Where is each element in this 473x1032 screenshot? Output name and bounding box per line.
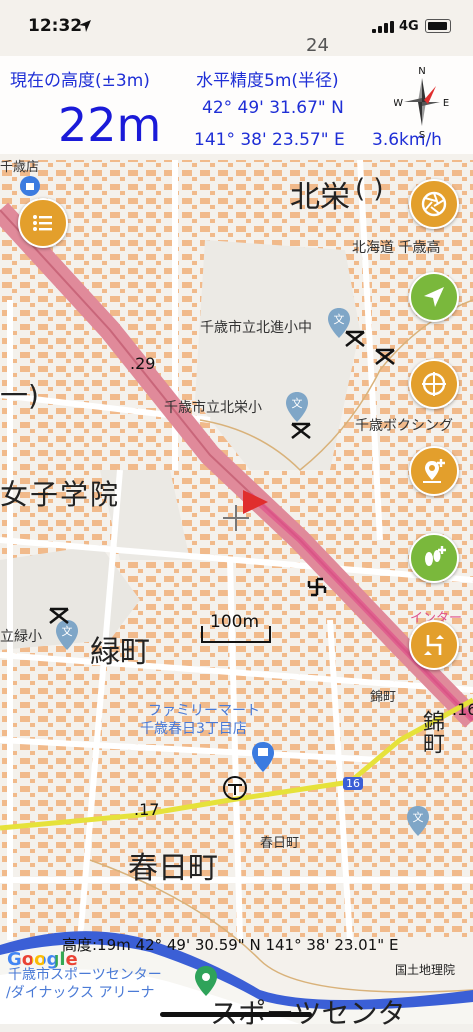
school-symbol-icon — [345, 330, 365, 347]
center-coordinates: 高度:19m 42° 49' 30.59" N 141° 38' 23.01" … — [62, 936, 399, 954]
label-elev-29: .29 — [130, 354, 156, 373]
school-pin-icon[interactable]: 文 — [286, 392, 308, 422]
network-type: 4G — [399, 19, 419, 34]
label-paren: 一) — [0, 379, 39, 412]
menu-button[interactable] — [18, 198, 68, 248]
longitude-value: 141° 38' 23.57" E — [194, 130, 345, 150]
label-nishikicho-small: 錦町 — [370, 690, 397, 705]
svg-text:S: S — [419, 130, 425, 140]
crosshair-button[interactable] — [409, 359, 459, 409]
svg-text:文: 文 — [292, 396, 303, 410]
svg-text:文: 文 — [334, 312, 345, 326]
school-symbol-icon — [375, 348, 395, 365]
route-button[interactable] — [409, 620, 459, 670]
aperture-icon — [421, 191, 447, 217]
svg-text:E: E — [443, 98, 449, 109]
route-icon — [424, 635, 444, 655]
svg-text:N: N — [418, 66, 425, 77]
footprint-icon — [425, 546, 446, 566]
school-symbol-icon — [49, 607, 69, 624]
scale-label: 100m — [210, 612, 260, 632]
label-elev-16: .16 — [452, 700, 473, 719]
label-sports-center-2: /ダイナックス アリーナ — [6, 985, 155, 1001]
label-district-midori: 緑町 — [90, 635, 150, 670]
status-bar: 12:32 4G — [0, 0, 473, 56]
label-hokuei-elem: 千歳市立北栄小 — [164, 400, 262, 416]
label-district-hokuei: 北栄 — [290, 180, 350, 215]
list-icon — [33, 215, 52, 231]
add-pin-icon — [423, 459, 445, 483]
label-midori-elem: 立緑小 — [0, 629, 42, 645]
battery-icon — [425, 19, 451, 33]
compass-icon[interactable]: N S W E — [394, 64, 450, 140]
label-road-16: 16 — [343, 777, 363, 790]
location-arrow-icon — [79, 20, 91, 32]
shop-bag-icon[interactable] — [20, 176, 40, 196]
svg-text:文: 文 — [62, 624, 73, 638]
crosshair-icon — [422, 372, 446, 396]
school-symbol-icon — [291, 422, 311, 439]
map-layer-button[interactable] — [409, 179, 459, 229]
navigate-button[interactable] — [409, 272, 459, 322]
svg-text:文: 文 — [413, 810, 424, 824]
add-location-button[interactable] — [409, 446, 459, 496]
signal-strength-icon — [372, 21, 394, 33]
altitude-value: 22m — [58, 98, 162, 152]
map-center-crosshair-icon — [223, 505, 249, 531]
label-kasugacho-small: 春日町 — [260, 836, 300, 851]
label-station-text: 千歳店 — [0, 160, 40, 175]
google-logo[interactable]: Google — [7, 949, 78, 970]
label-family-mart-2: 千歳春日3丁目店 — [140, 721, 247, 737]
gsi-attribution[interactable]: 国土地理院 — [395, 961, 455, 978]
school-pin-icon[interactable]: 文 — [407, 806, 429, 836]
label-nishikicho-large: 錦町 — [419, 710, 444, 754]
status-time: 12:32 — [28, 16, 83, 36]
park-pin-icon[interactable] — [195, 966, 217, 996]
accuracy-label: 水平精度5m(半径) — [196, 71, 339, 91]
label-hokkaido-high: 北海道 千歳高 — [352, 240, 441, 256]
altitude-label: 現在の高度(±3m) — [10, 71, 150, 91]
label-hokushin-elem: 千歳市立北進小中 — [200, 320, 312, 336]
label-district-hokuei-suffix: ( ) — [355, 174, 384, 204]
svg-text:W: W — [394, 98, 403, 109]
shop-pin-icon[interactable] — [252, 742, 274, 772]
label-school-girls: 女子学院 — [0, 478, 121, 511]
home-indicator[interactable] — [160, 1012, 312, 1017]
post-office-icon — [223, 776, 247, 800]
temple-icon — [307, 577, 327, 597]
label-district-kasuga: 春日町 — [128, 851, 218, 886]
latitude-value: 42° 49' 31.67" N — [202, 98, 344, 118]
add-footprint-button[interactable] — [409, 533, 459, 583]
navigation-arrow-icon — [424, 287, 444, 307]
label-boxing: 千歳ボクシング — [355, 418, 453, 434]
label-family-mart-1: ファミリーマート — [148, 703, 260, 719]
label-elev-17: .17 — [134, 800, 160, 819]
